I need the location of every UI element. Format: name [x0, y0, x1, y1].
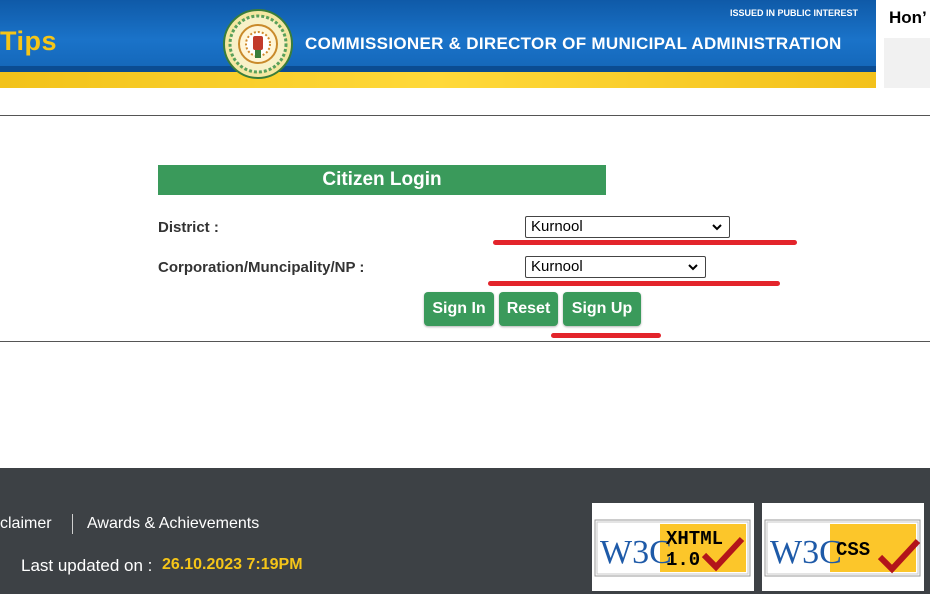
- side-panel-text: Hon’: [889, 8, 927, 27]
- sign-in-button[interactable]: Sign In: [424, 292, 494, 326]
- w3c-xhtml-badge[interactable]: W3C XHTML 1.0: [592, 503, 754, 591]
- state-emblem-icon: [223, 9, 293, 79]
- corporation-select[interactable]: Kurnool: [525, 256, 706, 278]
- footer-separator: [72, 514, 73, 534]
- reset-button[interactable]: Reset: [499, 292, 558, 326]
- css-badge-w3c-text: W3C: [770, 534, 842, 571]
- district-label: District :: [158, 219, 219, 236]
- sign-up-button[interactable]: Sign Up: [563, 292, 641, 326]
- w3c-css-badge-graphic: W3C CSS: [764, 519, 921, 577]
- xhtml-badge-name-text: XHTML: [666, 528, 723, 550]
- district-highlight-underline: [493, 240, 797, 245]
- w3c-css-badge[interactable]: W3C CSS: [762, 503, 924, 591]
- footer-link-disclaimer[interactable]: claimer: [0, 515, 52, 533]
- xhtml-badge-w3c-text: W3C: [600, 534, 672, 571]
- district-select[interactable]: Kurnool: [525, 216, 730, 238]
- footer-link-awards[interactable]: Awards & Achievements: [87, 515, 259, 533]
- corporation-select-value: Kurnool: [531, 258, 583, 275]
- corporation-label: Corporation/Muncipality/NP :: [158, 259, 365, 276]
- sign-up-highlight-underline: [551, 333, 661, 338]
- divider-top: [0, 115, 930, 116]
- banner-tips-text: Tips: [0, 26, 58, 56]
- header-banner: Tips ISSUED IN PUBLIC INTEREST COMMISSIO…: [0, 0, 876, 88]
- css-badge-name-text: CSS: [836, 539, 870, 561]
- last-updated-label: Last updated on :: [21, 556, 153, 575]
- banner-issued-text: ISSUED IN PUBLIC INTEREST: [730, 8, 859, 18]
- last-updated-value: 26.10.2023 7:19PM: [162, 556, 303, 573]
- divider-bottom: [0, 341, 930, 342]
- xhtml-badge-version-text: 1.0: [666, 549, 700, 571]
- w3c-xhtml-badge-graphic: W3C XHTML 1.0: [594, 519, 751, 577]
- banner-title: COMMISSIONER & DIRECTOR OF MUNICIPAL ADM…: [305, 34, 842, 53]
- district-select-value: Kurnool: [531, 218, 583, 235]
- corporation-highlight-underline: [488, 281, 780, 286]
- chevron-down-icon: [712, 224, 722, 231]
- chevron-down-icon: [688, 264, 698, 271]
- login-title: Citizen Login: [158, 165, 606, 195]
- side-panel: Hon’: [884, 0, 930, 88]
- banner-yellow-band: [0, 72, 876, 88]
